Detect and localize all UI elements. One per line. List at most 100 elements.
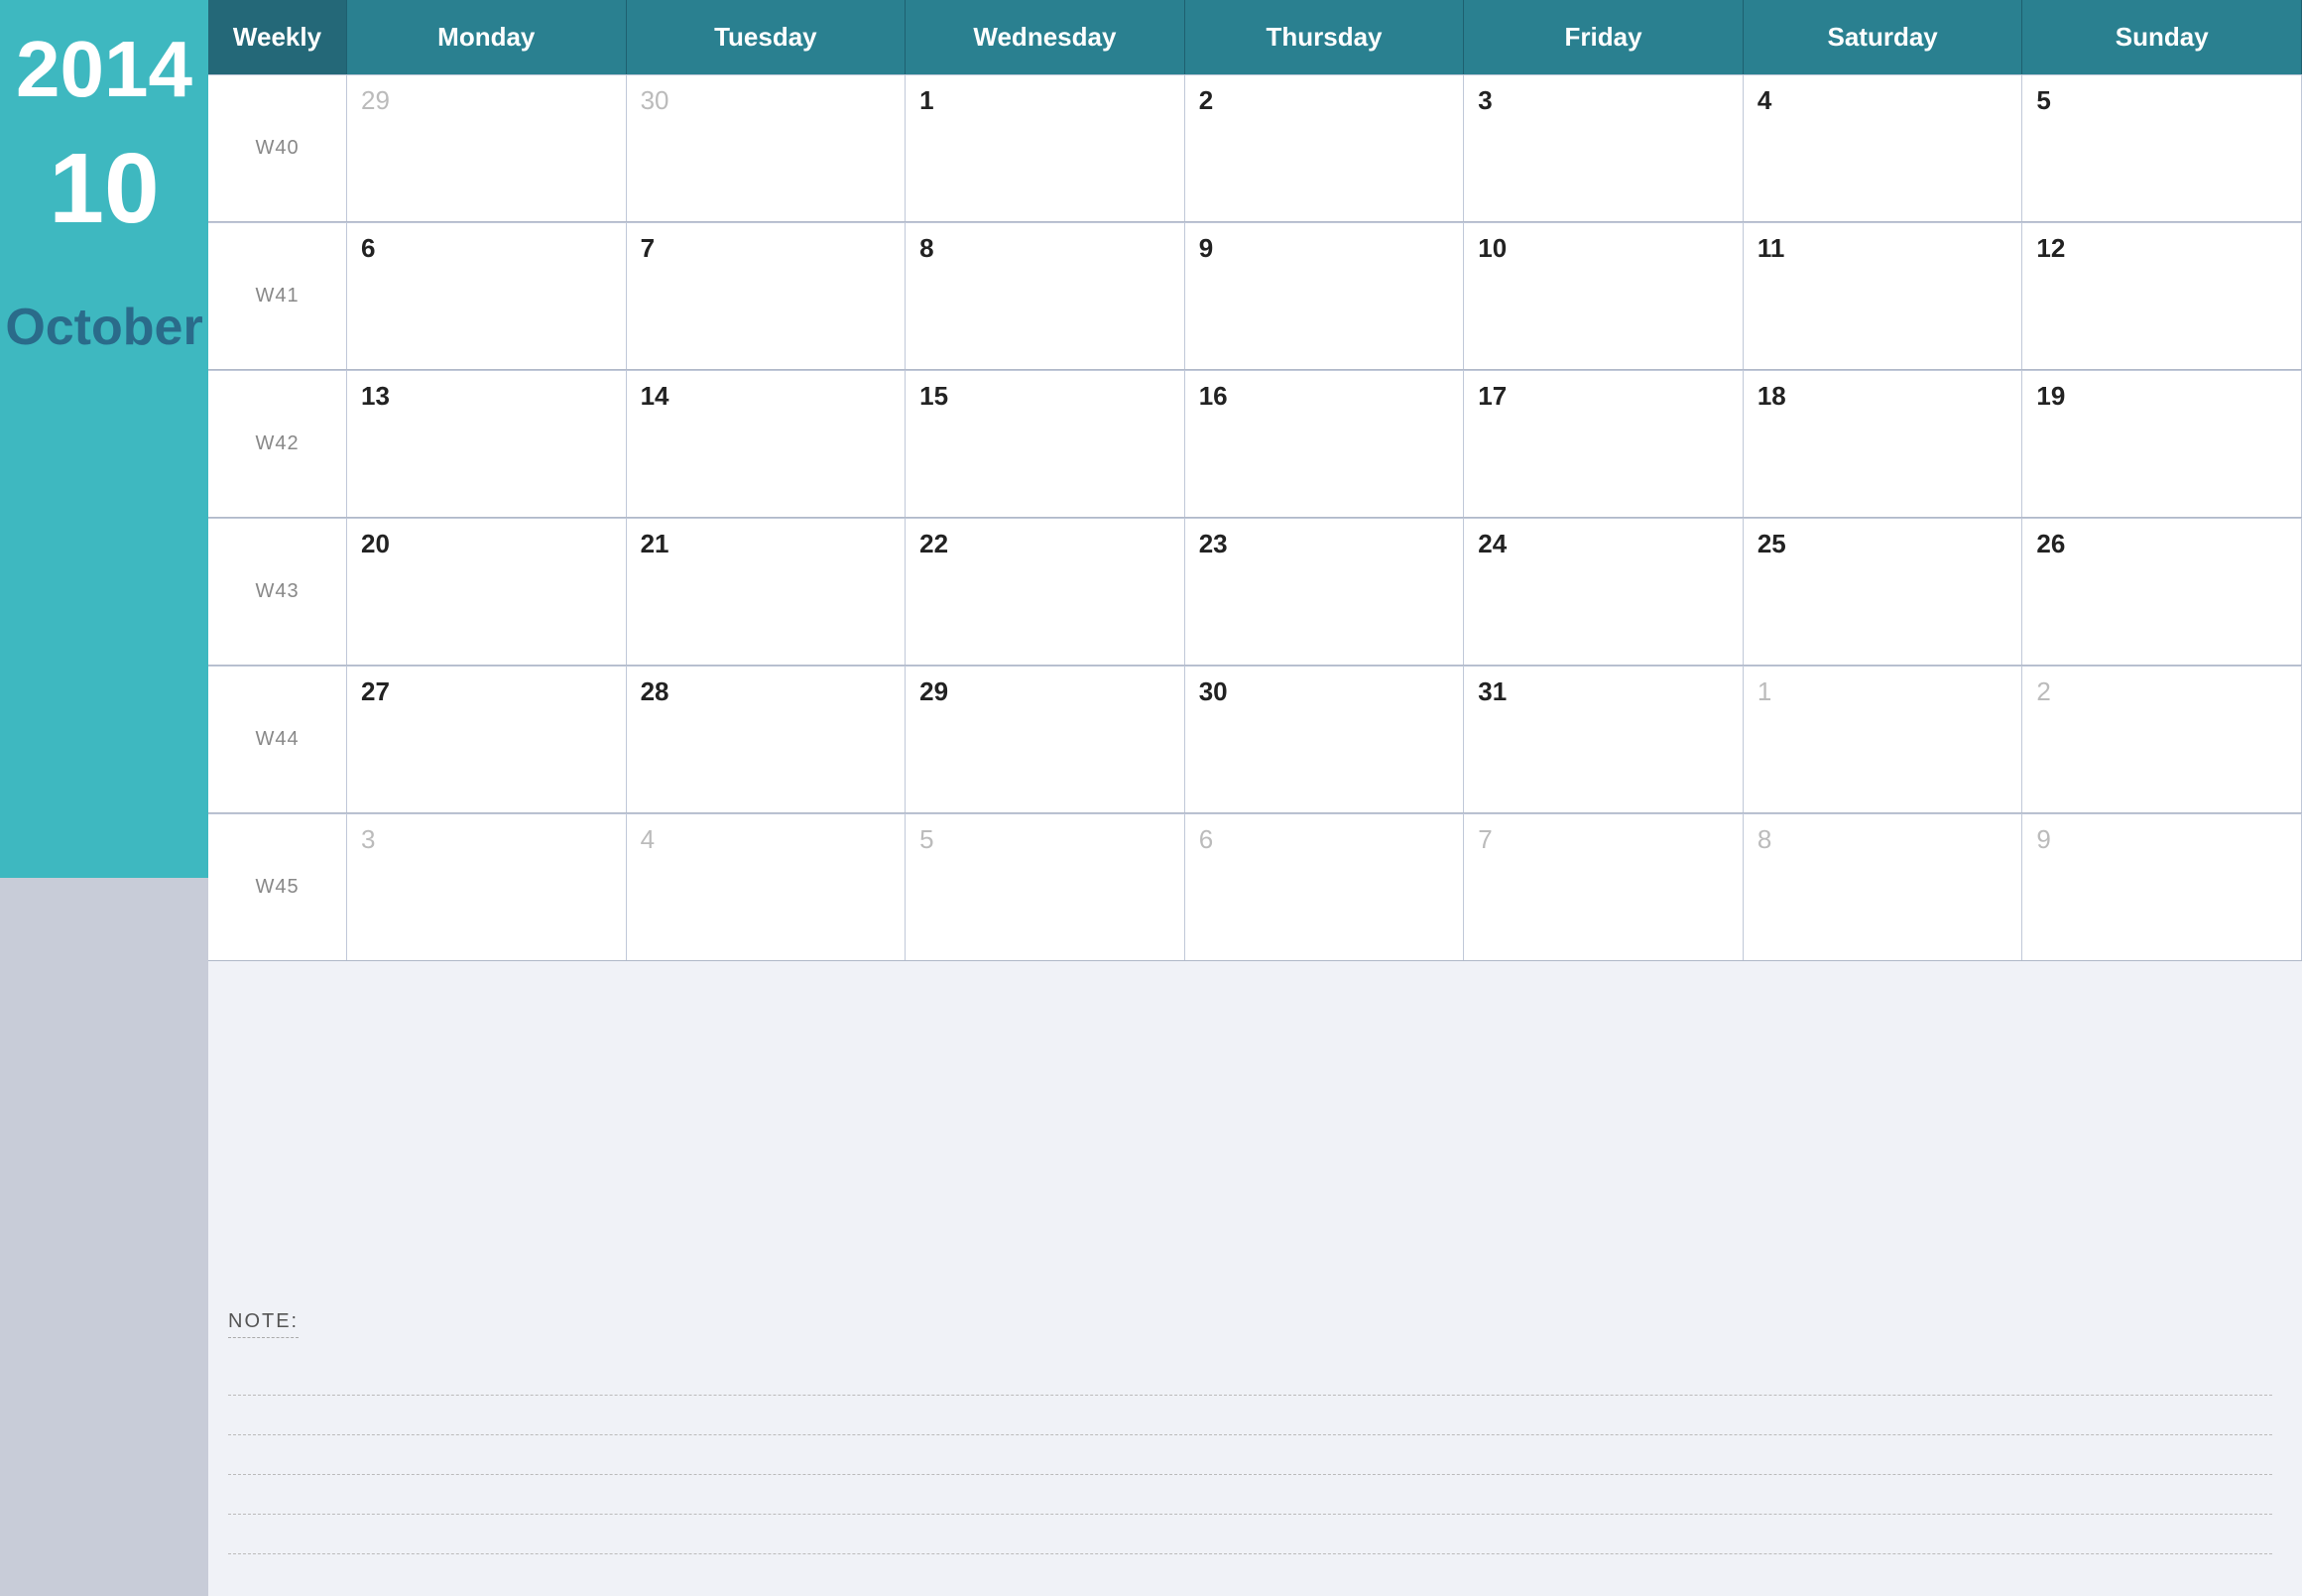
week-rows: W40293012345W416789101112W42131415161718…	[208, 74, 2302, 961]
week-label-text: W42	[255, 432, 299, 455]
notes-line-3	[228, 1437, 2272, 1475]
notes-label: NOTE:	[228, 1310, 299, 1338]
day-cell-w2-d1[interactable]: 14	[627, 370, 907, 517]
day-cell-w5-d4[interactable]: 7	[1464, 813, 1744, 960]
week-label-w43: W43	[208, 518, 347, 665]
day-cell-w4-d1[interactable]: 28	[627, 666, 907, 812]
day-cell-w2-d5[interactable]: 18	[1744, 370, 2023, 517]
day-cell-w0-d5[interactable]: 4	[1744, 74, 2023, 221]
day-number: 2	[2036, 676, 2287, 707]
week-row-5: W45 3456789	[208, 813, 2302, 961]
day-cell-w1-d4[interactable]: 10	[1464, 222, 1744, 369]
day-number: 27	[361, 676, 612, 707]
day-cell-w4-d6[interactable]: 2	[2022, 666, 2302, 812]
day-number: 9	[1199, 233, 1450, 264]
day-number: 8	[919, 233, 1170, 264]
notes-line-4	[228, 1477, 2272, 1515]
week-row-4: W44272829303112	[208, 666, 2302, 813]
day-number: 31	[1478, 676, 1729, 707]
day-cell-w2-d4[interactable]: 17	[1464, 370, 1744, 517]
day-number: 6	[1199, 824, 1450, 855]
day-cell-w0-d0[interactable]: 29	[347, 74, 627, 221]
day-cell-w5-d1[interactable]: 4	[627, 813, 907, 960]
week-row-3: W43 20 2122 23 24 25 26	[208, 518, 2302, 666]
day-number: 24	[1478, 529, 1729, 559]
day-cell-w1-d5[interactable]: 11	[1744, 222, 2023, 369]
day-cell-w5-d6[interactable]: 9	[2022, 813, 2302, 960]
day-cell-w4-d0[interactable]: 27	[347, 666, 627, 812]
header-wednesday: Wednesday	[906, 0, 1185, 74]
notes-line-1	[228, 1358, 2272, 1396]
day-number: 3	[1478, 85, 1729, 116]
week-label-w40: W40	[208, 74, 347, 221]
day-number: 26	[2036, 529, 2287, 559]
day-cell-w5-d5[interactable]: 8	[1744, 813, 2023, 960]
day-cell-w3-d1[interactable]: 21	[627, 518, 907, 665]
notes-line-2	[228, 1398, 2272, 1435]
week-label-text: W43	[255, 580, 299, 603]
day-cell-w4-d5[interactable]: 1	[1744, 666, 2023, 812]
day-number: 4	[1757, 85, 2008, 116]
day-cell-w3-d2[interactable]: 22	[906, 518, 1185, 665]
day-number: 5	[919, 824, 1170, 855]
header-tuesday: Tuesday	[627, 0, 907, 74]
header-friday: Friday	[1464, 0, 1744, 74]
day-number: 5	[2036, 85, 2287, 116]
week-label-text: W45	[255, 876, 299, 899]
day-number: 13	[361, 381, 612, 412]
week-label-w42: W42	[208, 370, 347, 517]
day-number: 3	[361, 824, 612, 855]
day-cell-w2-d0[interactable]: 13	[347, 370, 627, 517]
day-number: 19	[2036, 381, 2287, 412]
day-number: 14	[641, 381, 892, 412]
day-cell-w0-d3[interactable]: 2	[1185, 74, 1465, 221]
day-number: 29	[361, 85, 612, 116]
header-weekly: Weekly	[208, 0, 347, 74]
day-cell-w1-d1[interactable]: 7	[627, 222, 907, 369]
day-cell-w0-d2[interactable]: 1	[906, 74, 1185, 221]
day-cell-w0-d1[interactable]: 30	[627, 74, 907, 221]
day-cell-w5-d0[interactable]: 3	[347, 813, 627, 960]
day-number: 7	[641, 233, 892, 264]
day-cell-w5-d3[interactable]: 6	[1185, 813, 1465, 960]
day-number: 12	[2036, 233, 2287, 264]
day-number: 15	[919, 381, 1170, 412]
header-sunday: Sunday	[2022, 0, 2302, 74]
day-number: 9	[2036, 824, 2287, 855]
day-cell-w3-d3[interactable]: 23	[1185, 518, 1465, 665]
day-cell-w5-d2[interactable]: 5	[906, 813, 1185, 960]
sidebar: 2014 10 October	[0, 0, 208, 1596]
page: 2014 10 October Weekly Monday Tuesday We…	[0, 0, 2302, 1596]
day-cell-w3-d0[interactable]: 20	[347, 518, 627, 665]
day-number: 20	[361, 529, 612, 559]
day-number: 6	[361, 233, 612, 264]
day-cell-w0-d4[interactable]: 3	[1464, 74, 1744, 221]
day-cell-w2-d2[interactable]: 15	[906, 370, 1185, 517]
notes-lines	[228, 1358, 2272, 1554]
day-cell-w1-d3[interactable]: 9	[1185, 222, 1465, 369]
week-row-1: W41 6789 1011 12	[208, 222, 2302, 370]
day-cell-w1-d0[interactable]: 6	[347, 222, 627, 369]
day-number: 2	[1199, 85, 1450, 116]
day-cell-w2-d3[interactable]: 16	[1185, 370, 1465, 517]
day-cell-w4-d4[interactable]: 31	[1464, 666, 1744, 812]
day-cell-w0-d6[interactable]: 5	[2022, 74, 2302, 221]
header-monday: Monday	[347, 0, 627, 74]
sidebar-month-name: October	[5, 298, 202, 357]
day-number: 7	[1478, 824, 1729, 855]
day-cell-w1-d2[interactable]: 8	[906, 222, 1185, 369]
day-cell-w3-d6[interactable]: 26	[2022, 518, 2302, 665]
day-cell-w1-d6[interactable]: 12	[2022, 222, 2302, 369]
day-cell-w2-d6[interactable]: 19	[2022, 370, 2302, 517]
day-number: 23	[1199, 529, 1450, 559]
day-cell-w4-d2[interactable]: 29	[906, 666, 1185, 812]
sidebar-year: 2014	[16, 30, 192, 109]
day-cell-w3-d5[interactable]: 25	[1744, 518, 2023, 665]
day-number: 25	[1757, 529, 2008, 559]
week-label-text: W41	[255, 285, 299, 307]
day-number: 16	[1199, 381, 1450, 412]
day-cell-w3-d4[interactable]: 24	[1464, 518, 1744, 665]
week-label-w45: W45	[208, 813, 347, 960]
day-cell-w4-d3[interactable]: 30	[1185, 666, 1465, 812]
day-number: 30	[1199, 676, 1450, 707]
